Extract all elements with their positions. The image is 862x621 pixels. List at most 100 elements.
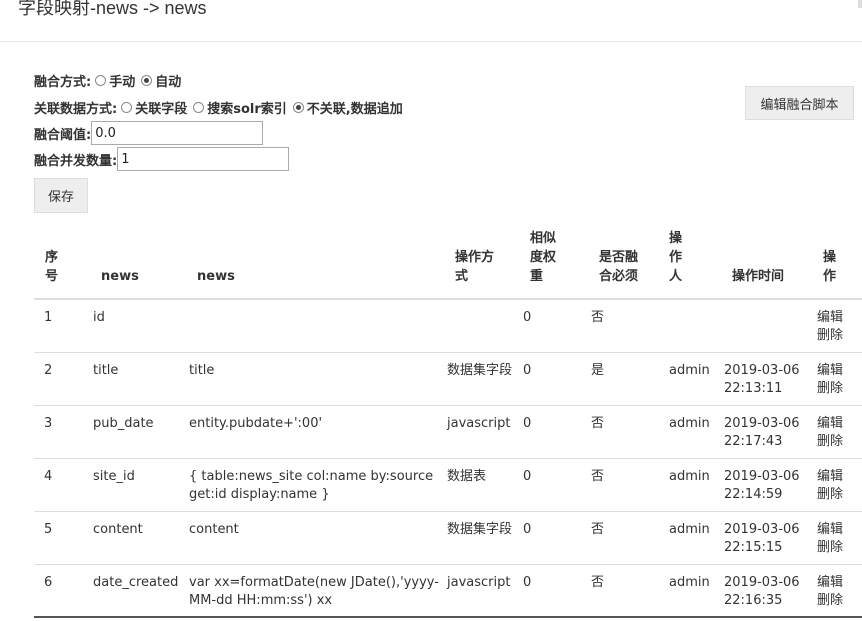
edit-link[interactable]: 编辑: [817, 468, 862, 486]
table-row: 4 site_id{ table:news_site col:name by:so…: [34, 458, 862, 512]
merge-mode-auto-radio[interactable]: [141, 75, 153, 86]
relation-field-radio[interactable]: [121, 102, 133, 113]
edit-script-button[interactable]: 编辑融合脚本: [745, 86, 854, 120]
header-ops: 操作: [817, 229, 862, 300]
cell-op-time: 2019-03-06 22:15:15: [724, 511, 817, 565]
relation-solr-label[interactable]: 搜索solr索引: [207, 98, 287, 117]
cell-seq: 6: [34, 564, 93, 618]
relation-mode-row: 关联数据方式: 关联字段 搜索solr索引 不关联,数据追加: [34, 98, 405, 117]
header-operator: 操作人: [669, 229, 724, 300]
cell-required: 否: [591, 511, 669, 565]
cell-actions: 编辑 删除: [817, 405, 862, 459]
delete-link[interactable]: 删除: [817, 592, 862, 610]
cell-seq: 1: [34, 299, 93, 353]
cell-target-field: entity.pubdate+':00': [189, 405, 447, 459]
cell-weight: 0: [523, 352, 591, 406]
cell-source-field: content: [93, 511, 189, 565]
cell-operator: admin: [669, 405, 724, 459]
table-header-row: 序号 news news 操作方式 相似 度权重 是否融 合必须 操作人 操作时间 …: [34, 229, 862, 300]
header-op-mode: 操作方式: [447, 229, 523, 300]
save-button[interactable]: 保存: [34, 178, 88, 213]
cell-weight: 0: [523, 299, 591, 353]
cell-op-mode: javascript: [447, 564, 523, 618]
cell-target-field: title: [189, 352, 447, 406]
table-row: 1 id 0 否 编辑 删除: [34, 299, 862, 353]
merge-mode-label: 融合方式:: [34, 75, 92, 90]
delete-link[interactable]: 删除: [817, 327, 862, 345]
threshold-label: 融合阈值:: [34, 127, 92, 143]
cell-operator: admin: [669, 511, 724, 565]
cell-weight: 0: [523, 405, 591, 459]
cell-actions: 编辑 删除: [817, 458, 862, 512]
page-title: 字段映射-news -> news: [18, 0, 207, 18]
cell-actions: 编辑 删除: [817, 511, 862, 565]
cell-op-time: 2019-03-06 22:17:43: [724, 405, 817, 459]
cell-operator: admin: [669, 458, 724, 512]
cell-actions: 编辑 删除: [817, 352, 862, 406]
table-row: 6 date_created var xx=formatDate(new JDate…: [34, 564, 862, 618]
threshold-row: 融合阈值:: [34, 121, 264, 145]
header-required: 是否融 合必须: [591, 229, 669, 300]
cell-required: 否: [591, 564, 669, 618]
edit-link[interactable]: 编辑: [817, 415, 862, 433]
cell-required: 否: [591, 458, 669, 512]
header-bar: 字段映射-news -> news: [0, 0, 862, 42]
merge-mode-row: 融合方式: 手动 自动: [34, 71, 183, 90]
cell-target-field: var xx=formatDate(new JDate(),'yyyy-MM-d…: [189, 564, 447, 618]
cell-seq: 5: [34, 511, 93, 565]
cell-seq: 4: [34, 458, 93, 512]
cell-operator: [669, 299, 724, 353]
cell-source-field: title: [93, 352, 189, 406]
header-seq: 序号: [34, 229, 93, 300]
concurrency-input[interactable]: [117, 147, 290, 171]
threshold-input[interactable]: [91, 121, 264, 145]
cell-weight: 0: [523, 458, 591, 512]
cell-weight: 0: [523, 564, 591, 618]
edit-link[interactable]: 编辑: [817, 309, 862, 327]
header-source-field: news: [93, 229, 189, 300]
table-row: 5 content content 数据集字段 0 否 admin 2019-03-06 22…: [34, 511, 862, 565]
cell-target-field: { table:news_site col:name by:source get…: [189, 458, 447, 512]
edit-link[interactable]: 编辑: [817, 362, 862, 380]
merge-mode-manual-radio[interactable]: [95, 75, 107, 86]
cell-source-field: pub_date: [93, 405, 189, 459]
cell-op-time: 2019-03-06 22:16:35: [724, 564, 817, 618]
cell-actions: 编辑 删除: [817, 564, 862, 618]
table-row: 2 title title 数据集字段 0 是 admin 2019-03-06 22:13:…: [34, 352, 862, 406]
relation-append-label[interactable]: 不关联,数据追加: [307, 98, 403, 117]
cell-target-field: content: [189, 511, 447, 565]
header-target-field: news: [189, 229, 447, 300]
relation-append-radio[interactable]: [292, 102, 304, 113]
cell-op-mode: 数据表: [447, 458, 523, 512]
delete-link[interactable]: 删除: [817, 486, 862, 504]
cell-required: 否: [591, 405, 669, 459]
cell-op-mode: 数据集字段: [447, 511, 523, 565]
cell-required: 否: [591, 299, 669, 353]
delete-link[interactable]: 删除: [817, 539, 862, 557]
cell-actions: 编辑 删除: [817, 299, 862, 353]
edit-link[interactable]: 编辑: [817, 521, 862, 539]
cell-source-field: site_id: [93, 458, 189, 512]
delete-link[interactable]: 删除: [817, 380, 862, 398]
cell-operator: admin: [669, 352, 724, 406]
merge-mode-manual-label[interactable]: 手动: [109, 71, 135, 90]
cell-seq: 3: [34, 405, 93, 459]
table-row: 3 pub_date entity.pubdate+':00' javascript 0…: [34, 405, 862, 459]
merge-mode-auto-label[interactable]: 自动: [155, 71, 181, 90]
cell-source-field: id: [93, 299, 189, 353]
delete-link[interactable]: 删除: [817, 433, 862, 451]
cell-op-mode: [447, 299, 523, 353]
relation-solr-radio[interactable]: [193, 102, 205, 113]
cell-target-field: [189, 299, 447, 353]
field-mapping-table: 序号 news news 操作方式 相似 度权重 是否融 合必须 操作人 操作时间 …: [34, 229, 862, 618]
cell-weight: 0: [523, 511, 591, 565]
relation-field-label[interactable]: 关联字段: [135, 98, 187, 117]
scroll-shadow: [858, 0, 862, 8]
header-weight: 相似 度权重: [523, 229, 591, 300]
header-op-time: 操作时间: [724, 229, 817, 300]
cell-op-time: 2019-03-06 22:14:59: [724, 458, 817, 512]
cell-op-time: [724, 299, 817, 353]
edit-link[interactable]: 编辑: [817, 574, 862, 592]
concurrency-label: 融合并发数量:: [34, 153, 118, 169]
cell-op-mode: javascript: [447, 405, 523, 459]
